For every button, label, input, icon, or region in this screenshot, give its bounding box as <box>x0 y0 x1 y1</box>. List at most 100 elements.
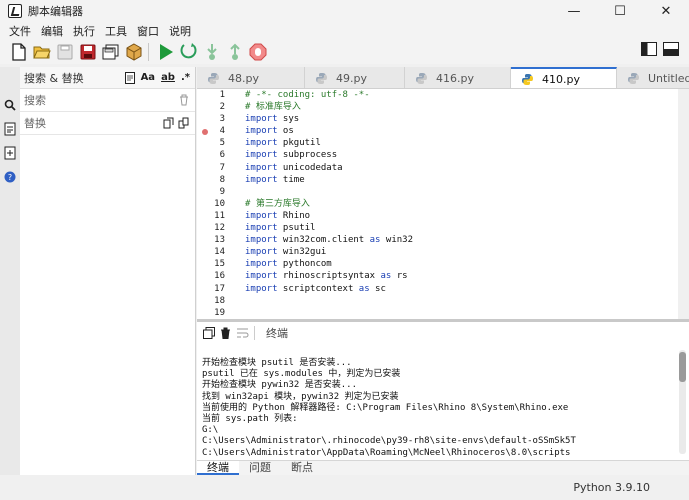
python-file-icon <box>208 72 219 84</box>
close-window-button[interactable]: ✕ <box>643 0 689 22</box>
folder-open-icon <box>33 46 51 59</box>
run-button[interactable] <box>156 42 176 62</box>
document-search-icon[interactable] <box>124 71 135 84</box>
code-line[interactable]: import unicodedata <box>245 162 413 174</box>
keyword-token: import <box>245 174 278 185</box>
tab-48-py[interactable]: 48.py <box>197 67 305 88</box>
tab-49-py[interactable]: 49.py <box>305 67 405 88</box>
terminal-scrollbar[interactable] <box>679 350 686 454</box>
code-line[interactable]: import scriptcontext as sc <box>245 283 413 295</box>
menu-tools[interactable]: 工具 <box>100 23 132 39</box>
line-number: 10 <box>214 198 225 209</box>
save-all-button[interactable] <box>101 42 121 62</box>
search-input[interactable] <box>24 93 144 107</box>
copy-icon[interactable] <box>203 327 215 339</box>
code-line[interactable]: import subprocess <box>245 149 413 161</box>
code-line[interactable]: import time <box>245 174 413 186</box>
line-number-gutter[interactable]: 1 2 3 4 5 6 7 8 9 10 11 12 13 14 15 16 17 18 19 <box>197 89 231 319</box>
menu-help[interactable]: 说明 <box>164 23 196 39</box>
code-token: win32gui <box>277 247 327 258</box>
python-file-icon <box>416 72 427 84</box>
keyword-token: import <box>245 247 278 258</box>
terminal-line: psutil 已在 sys.modules 中，判定为已安装 <box>202 369 401 380</box>
trash-icon[interactable] <box>220 327 231 339</box>
code-line[interactable]: import win32com.client as win32 <box>245 234 413 246</box>
replace-input[interactable] <box>24 116 144 130</box>
comment-token: # 第三方库导入 <box>245 198 310 209</box>
code-line[interactable]: import rhinoscriptsyntax as rs <box>245 270 413 282</box>
code-line[interactable]: # 标准库导入 <box>245 101 413 113</box>
code-editor[interactable]: 1 2 3 4 5 6 7 8 9 10 11 12 13 14 15 16 17 18 19 # -*- codi… <box>197 89 678 319</box>
layout-left-panel-icon[interactable] <box>641 42 657 56</box>
code-line[interactable]: import pkgutil <box>245 137 413 149</box>
maximize-button[interactable]: ☐ <box>597 0 643 22</box>
package-icon <box>126 43 142 61</box>
tab-410-py[interactable]: 410.py <box>511 67 617 88</box>
new-file-button[interactable] <box>9 42 29 62</box>
comment-token: # -*- coding: utf-8 -*- <box>245 90 370 100</box>
code-line[interactable] <box>245 186 413 198</box>
terminal-output[interactable]: 开始检查模块 psutil 是否安装... psutil 已在 sys.modul… <box>202 358 576 459</box>
code-line[interactable]: import win32gui <box>245 246 413 258</box>
menu-file[interactable]: 文件 <box>4 23 36 39</box>
document-icon[interactable] <box>2 121 18 137</box>
editor-tabs: 48.py 49.py 416.py 410.py Untitled.py <box>197 67 689 89</box>
keyword-token: as <box>369 235 381 246</box>
breakpoint-marker[interactable] <box>202 129 208 135</box>
code-line[interactable]: import os <box>245 125 413 137</box>
code-line[interactable] <box>245 295 413 307</box>
trash-icon[interactable] <box>179 94 189 106</box>
save-all-icon <box>102 44 119 60</box>
window-title: 脚本编辑器 <box>28 5 83 18</box>
whole-word-button[interactable]: ab <box>161 72 175 84</box>
menu-edit[interactable]: 编辑 <box>36 23 68 39</box>
replace-one-icon[interactable] <box>163 117 174 129</box>
layout-toggles <box>641 42 679 56</box>
save-button[interactable] <box>78 42 98 62</box>
code-line[interactable]: import sys <box>245 113 413 125</box>
python-version[interactable]: Python 3.9.10 <box>573 481 650 494</box>
terminal-line: 当前 sys.path 列表: <box>202 414 298 425</box>
line-number: 19 <box>214 307 225 318</box>
title-bar: 脚本编辑器 — ☐ ✕ <box>0 0 689 22</box>
wrap-text-icon[interactable] <box>236 327 249 339</box>
code-line[interactable] <box>245 307 413 319</box>
stop-button[interactable] <box>248 42 268 62</box>
code-line[interactable]: # 第三方库导入 <box>245 198 413 210</box>
terminal-scroll-thumb[interactable] <box>679 352 686 382</box>
code-line[interactable]: import Rhino <box>245 210 413 222</box>
code-line[interactable]: # -*- coding: utf-8 -*- <box>245 89 413 101</box>
tab-untitled-py[interactable]: Untitled.py <box>617 67 689 88</box>
code-line[interactable]: import psutil <box>245 222 413 234</box>
replace-all-icon[interactable] <box>178 117 189 129</box>
menu-run[interactable]: 执行 <box>68 23 100 39</box>
tab-breakpoints[interactable]: 断点 <box>281 461 323 475</box>
side-activity-bar: ? <box>0 67 20 475</box>
package-button[interactable] <box>124 42 144 62</box>
step-out-button[interactable] <box>225 42 245 62</box>
help-icon[interactable]: ? <box>2 169 18 185</box>
menu-window[interactable]: 窗口 <box>132 23 164 39</box>
minimize-button[interactable]: — <box>551 0 597 22</box>
debug-button[interactable] <box>179 42 199 62</box>
code-lines[interactable]: # -*- coding: utf-8 -*- # 标准库导入 import sys… <box>245 89 413 319</box>
svg-text:?: ? <box>8 173 12 182</box>
keyword-token: import <box>245 235 278 246</box>
save-disabled-button[interactable] <box>55 42 75 62</box>
regex-button[interactable]: .* <box>181 72 190 84</box>
search-icon[interactable] <box>2 97 18 113</box>
open-file-button[interactable] <box>32 42 52 62</box>
layout-bottom-panel-icon[interactable] <box>663 42 679 56</box>
tab-416-py[interactable]: 416.py <box>405 67 511 88</box>
step-into-button[interactable] <box>202 42 222 62</box>
keyword-token: import <box>245 150 278 161</box>
match-case-button[interactable]: Aa <box>141 72 156 84</box>
add-document-icon[interactable] <box>2 145 18 161</box>
step-out-icon <box>230 43 240 60</box>
code-token: psutil <box>277 223 316 234</box>
tab-terminal[interactable]: 终端 <box>197 461 239 475</box>
tab-problems[interactable]: 问题 <box>239 461 281 475</box>
terminal-line: G:\ <box>202 425 219 436</box>
step-into-icon <box>207 44 217 60</box>
code-line[interactable]: import pythoncom <box>245 258 413 270</box>
